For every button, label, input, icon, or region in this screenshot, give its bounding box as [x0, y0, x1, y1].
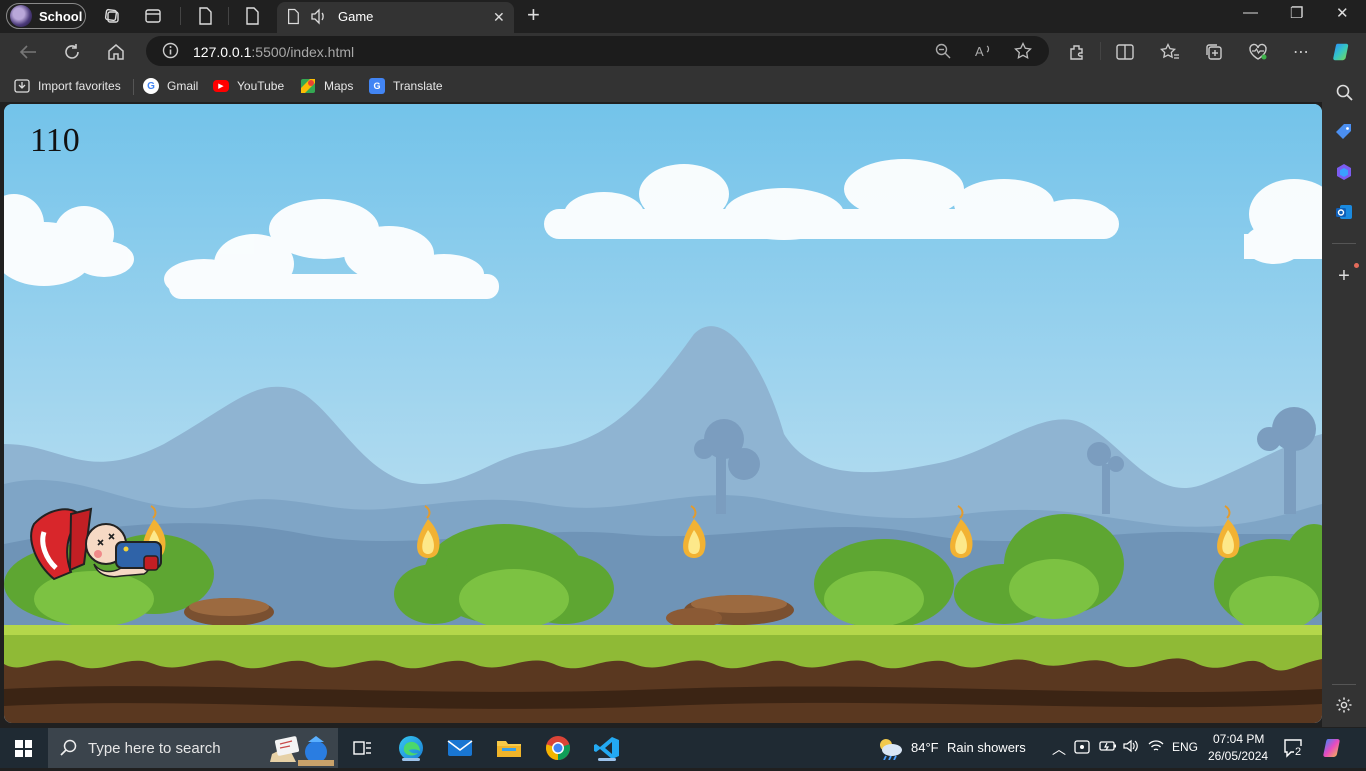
file-explorer-icon[interactable]: [495, 734, 523, 762]
mail-icon[interactable]: [446, 734, 474, 762]
sidebar-settings-icon[interactable]: [1333, 694, 1355, 716]
back-arrow-icon[interactable]: [17, 41, 39, 63]
profile-avatar: [10, 5, 32, 27]
fav-label: YouTube: [237, 79, 285, 93]
audio-playing-icon[interactable]: [310, 8, 328, 30]
profile-button[interactable]: School: [6, 3, 86, 29]
address-bar[interactable]: 127.0.0.1:5500/index.html A: [146, 36, 1049, 66]
navigation-bar: 127.0.0.1:5500/index.html A ⋯: [0, 33, 1366, 70]
refresh-icon[interactable]: [61, 41, 83, 63]
game-scene: [4, 159, 1322, 723]
tab-game[interactable]: Game ✕: [277, 2, 514, 33]
copilot-taskbar-icon[interactable]: [1322, 737, 1346, 764]
new-tab-button[interactable]: +: [527, 4, 540, 26]
windows-taskbar: Type here to search 84°F Rain showers ︿: [0, 728, 1366, 768]
vscode-icon[interactable]: [593, 734, 621, 762]
import-icon: [14, 78, 30, 94]
chevron-up-icon[interactable]: ︿: [1052, 739, 1066, 759]
profile-name: School: [39, 8, 83, 24]
fav-maps[interactable]: Maps: [300, 77, 353, 95]
collections-icon[interactable]: [1203, 41, 1225, 63]
browser-essentials-icon[interactable]: [1247, 41, 1269, 63]
clock-time[interactable]: 07:04 PM: [1213, 732, 1264, 746]
volume-icon[interactable]: [1123, 739, 1139, 756]
windows-start-icon[interactable]: [15, 740, 32, 757]
edge-taskbar-icon[interactable]: [397, 734, 425, 762]
clouds: [4, 159, 1322, 299]
title-bar: School Game ✕ + — ❐ ✕: [0, 0, 1366, 33]
language-indicator[interactable]: ENG: [1172, 740, 1198, 754]
zoom-icon[interactable]: [933, 41, 953, 61]
clock-date[interactable]: 26/05/2024: [1208, 749, 1268, 763]
chrome-icon[interactable]: [544, 734, 572, 762]
google-icon: G: [143, 78, 159, 94]
tab-actions-icon[interactable]: [143, 6, 163, 26]
fav-import-favorites[interactable]: Import favorites: [14, 77, 121, 95]
workspaces-icon[interactable]: [102, 6, 122, 26]
weather-icon[interactable]: [876, 736, 904, 765]
ground: [4, 625, 1322, 723]
meet-now-icon[interactable]: [1074, 739, 1092, 758]
page-icon: [286, 8, 300, 30]
battery-icon[interactable]: [1099, 739, 1117, 756]
read-aloud-icon[interactable]: A: [974, 41, 994, 61]
site-info-icon[interactable]: [162, 42, 179, 64]
search-placeholder: Type here to search: [88, 739, 221, 757]
favorites-icon[interactable]: [1159, 41, 1181, 63]
youtube-icon: ▶: [213, 80, 229, 92]
more-options-icon[interactable]: ⋯: [1290, 41, 1312, 63]
favorite-star-icon[interactable]: [1013, 41, 1033, 61]
url-text[interactable]: 127.0.0.1:5500/index.html: [193, 44, 354, 60]
tab-title: Game: [338, 9, 374, 24]
favorites-bar: Import favorites G Gmail ▶ YouTube Maps …: [0, 70, 1366, 102]
score-display: 110: [30, 122, 80, 159]
split-screen-icon[interactable]: [1114, 41, 1136, 63]
fav-translate[interactable]: G Translate: [369, 77, 443, 95]
home-icon[interactable]: [105, 41, 127, 63]
url-path: :5500/index.html: [251, 44, 355, 60]
minimize-button[interactable]: —: [1243, 4, 1258, 21]
search-highlight-icon: [268, 732, 334, 771]
close-tab-icon[interactable]: ✕: [493, 9, 505, 26]
extensions-icon[interactable]: [1066, 41, 1088, 63]
copilot-sidebar-icon[interactable]: [1333, 161, 1355, 183]
fav-label: Import favorites: [38, 79, 121, 93]
svg-text:A: A: [975, 44, 984, 59]
tab-page-icon-2[interactable]: [242, 6, 262, 26]
fav-youtube[interactable]: ▶ YouTube: [213, 77, 284, 95]
weather-temperature[interactable]: 84°F: [911, 740, 939, 755]
copilot-icon[interactable]: [1332, 41, 1354, 63]
fav-label: Gmail: [167, 79, 199, 93]
weather-description[interactable]: Rain showers: [947, 740, 1026, 755]
fav-label: Translate: [393, 79, 443, 93]
game-canvas[interactable]: 110: [4, 104, 1322, 723]
search-icon: [60, 739, 78, 762]
search-icon[interactable]: [1333, 81, 1355, 103]
shopping-tag-icon[interactable]: [1333, 121, 1355, 143]
translate-icon: G: [369, 78, 385, 94]
edge-sidebar: +: [1322, 70, 1366, 727]
outlook-icon[interactable]: [1333, 201, 1355, 223]
tab-page-icon[interactable]: [195, 6, 215, 26]
close-window-button[interactable]: ✕: [1336, 4, 1349, 22]
task-view-icon[interactable]: [348, 734, 376, 762]
maps-icon: [300, 78, 316, 94]
fav-label: Maps: [324, 79, 354, 93]
url-host: 127.0.0.1: [193, 44, 252, 60]
wifi-icon[interactable]: [1148, 739, 1164, 756]
taskbar-search-box[interactable]: Type here to search: [48, 728, 338, 768]
fav-gmail[interactable]: G Gmail: [143, 77, 198, 95]
add-sidebar-app-icon[interactable]: +: [1333, 265, 1355, 287]
notification-count: 2: [1294, 746, 1303, 758]
restore-button[interactable]: ❐: [1290, 4, 1303, 22]
